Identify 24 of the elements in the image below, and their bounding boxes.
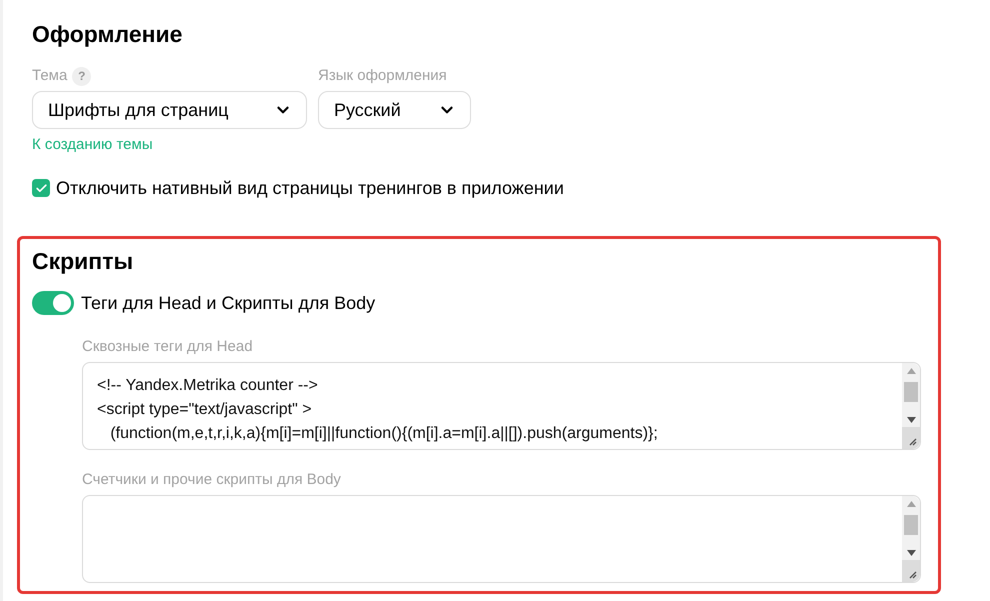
theme-select[interactable]: Шрифты для страниц — [32, 91, 307, 129]
scroll-up-arrow-icon[interactable] — [906, 368, 916, 374]
toggle-label: Теги для Head и Скрипты для Body — [81, 292, 376, 314]
scroll-down-arrow-icon[interactable] — [906, 550, 916, 556]
field-label: Язык оформления — [318, 66, 448, 86]
field-label: Счетчики и прочие скрипты для Body — [82, 470, 341, 490]
checkbox-label: Отключить нативный вид страницы тренингов в приложении — [56, 178, 564, 198]
scroll-up-arrow-icon[interactable] — [906, 501, 916, 507]
scrollbar[interactable] — [902, 363, 920, 427]
check-icon — [34, 182, 48, 194]
code-textarea[interactable]: <!-- Yandex.Metrika counter --> <script type="text/javascript" > (function(m,e,t,r,i,k,a){m[i]=m[i]||function(){(m[i].a=m[i].a||[]).push(arguments)}; — [82, 362, 921, 450]
scrollbar-thumb[interactable] — [904, 382, 918, 402]
scrollbar[interactable] — [902, 496, 920, 560]
field-label: Тема — [32, 66, 68, 86]
scrollbar-thumb[interactable] — [904, 515, 918, 535]
resize-grip-icon[interactable] — [907, 436, 917, 446]
section-title: Оформление — [32, 20, 182, 48]
scroll-down-arrow-icon[interactable] — [906, 417, 916, 423]
toggle-switch[interactable] — [32, 291, 74, 315]
checkbox[interactable] — [32, 179, 50, 197]
field-label: Сквозные теги для Head — [82, 337, 253, 357]
section-title: Скрипты — [32, 247, 134, 275]
resize-grip-icon[interactable] — [907, 569, 917, 579]
language-select[interactable]: Русский — [318, 91, 471, 129]
